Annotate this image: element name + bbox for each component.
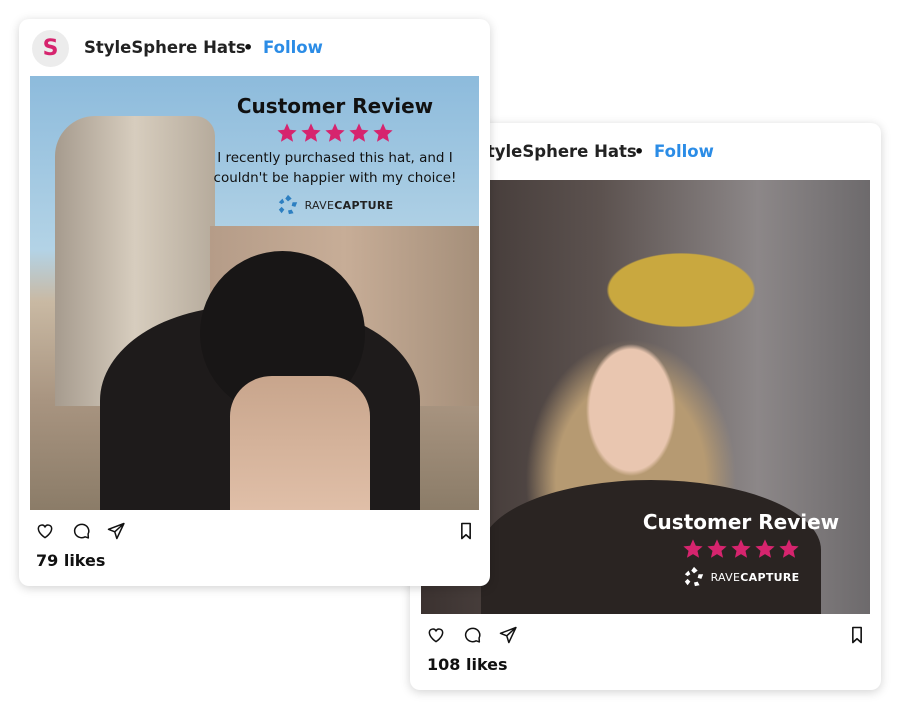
star-icon [276, 122, 298, 144]
review-overlay: Customer Review I recently purchased thi… [195, 94, 475, 216]
star-icon [778, 538, 800, 560]
ravecapture-logo-icon [277, 194, 299, 216]
star-icon [324, 122, 346, 144]
post-header: S StyleSphere Hats • Follow [19, 19, 490, 77]
heart-icon[interactable] [426, 625, 446, 645]
bookmark-icon[interactable] [847, 625, 867, 645]
review-title: Customer Review [236, 94, 434, 118]
send-icon[interactable] [106, 521, 126, 541]
ravecapture-logo-icon [683, 566, 705, 588]
star-icon [300, 122, 322, 144]
follow-button[interactable]: Follow [654, 142, 714, 161]
send-icon[interactable] [498, 625, 518, 645]
likes-count[interactable]: 108 likes [427, 655, 508, 674]
separator: • [634, 142, 645, 161]
star-icon [682, 538, 704, 560]
review-overlay: Customer Review RAVECAPTURE [631, 510, 851, 588]
star-icon [754, 538, 776, 560]
star-icon [372, 122, 394, 144]
rating-stars [631, 538, 851, 560]
action-bar [426, 625, 867, 647]
avatar[interactable]: S [32, 30, 69, 67]
star-icon [730, 538, 752, 560]
separator: • [243, 38, 254, 57]
ravecapture-logo: RAVECAPTURE [631, 566, 851, 588]
ravecapture-logo: RAVECAPTURE [195, 194, 475, 216]
review-quote: I recently purchased this hat, and I cou… [213, 150, 457, 186]
action-bar [35, 521, 476, 543]
comment-icon[interactable] [71, 521, 91, 541]
account-name[interactable]: StyleSphere Hats [475, 142, 637, 161]
star-icon [348, 122, 370, 144]
follow-button[interactable]: Follow [263, 38, 323, 57]
review-title: Customer Review [642, 510, 840, 534]
post-image: Customer Review I recently purchased thi… [30, 76, 479, 510]
rating-stars [195, 122, 475, 144]
hair [230, 376, 370, 510]
star-icon [706, 538, 728, 560]
comment-icon[interactable] [462, 625, 482, 645]
heart-icon[interactable] [35, 521, 55, 541]
post-card-1: S StyleSphere Hats • Follow Customer Rev… [19, 19, 490, 586]
account-name[interactable]: StyleSphere Hats [84, 38, 246, 57]
likes-count[interactable]: 79 likes [36, 551, 105, 570]
bookmark-icon[interactable] [456, 521, 476, 541]
